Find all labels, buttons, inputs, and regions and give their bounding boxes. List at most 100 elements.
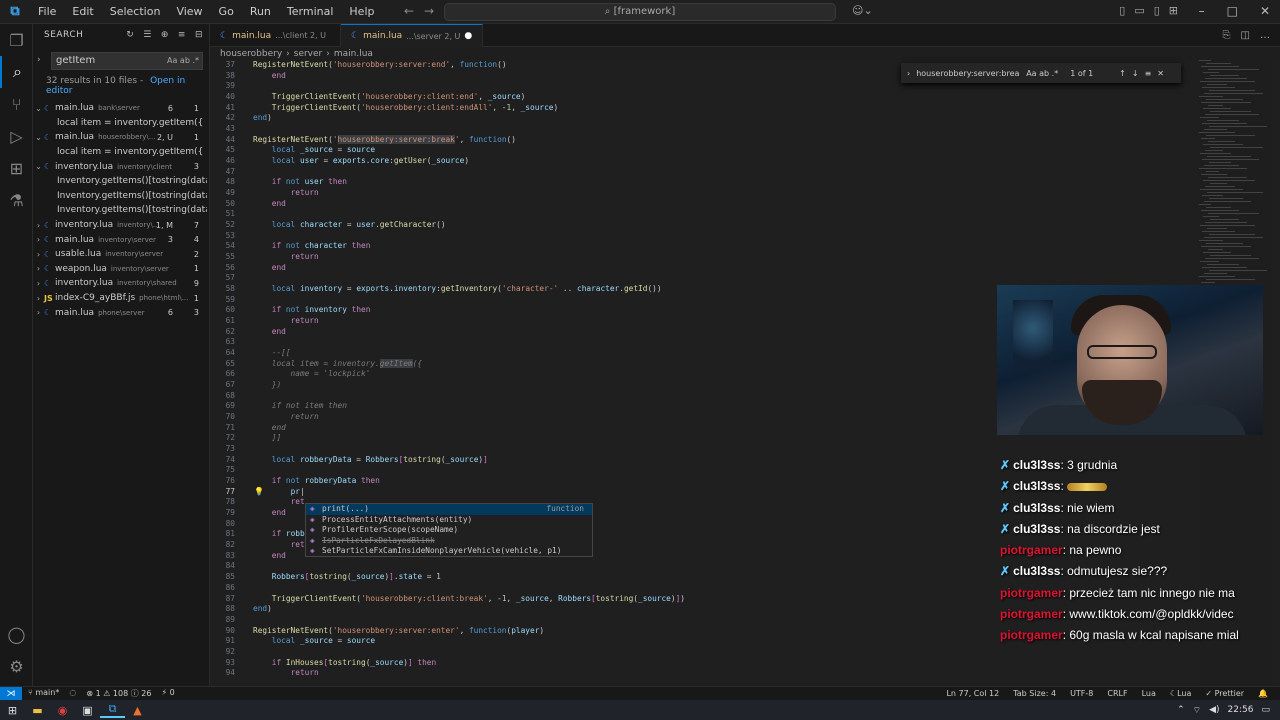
refresh-icon[interactable]: ↻ [126, 30, 134, 40]
find-input[interactable]: houserobbery:server:break [916, 69, 1020, 78]
suggestion-item[interactable]: ◈ SetParticleFxCamInsideNonplayerVehicle(… [306, 546, 592, 556]
find-options[interactable]: Aa ab .* [1026, 69, 1058, 78]
eol[interactable]: CRLF [1107, 689, 1127, 698]
ports-indicator[interactable]: ⚡ 0 [161, 688, 174, 699]
code-line[interactable]: 72 ]] [210, 433, 1200, 444]
menu-item-run[interactable]: Run [242, 5, 279, 18]
toggle-panel-icon[interactable]: ▭ [1134, 4, 1144, 17]
result-match[interactable]: Inventory.getItems()[tostring(data.ite..… [33, 174, 209, 189]
close-find-icon[interactable]: ✕ [1157, 69, 1164, 78]
run-debug-icon[interactable]: ▷ [0, 120, 33, 152]
prettier-status[interactable]: ✓ Prettier [1205, 689, 1244, 698]
more-actions-icon[interactable]: … [1260, 30, 1270, 41]
menu-item-edit[interactable]: Edit [64, 5, 101, 18]
search-input[interactable]: getItem Aa ab .* [51, 52, 203, 70]
browser-icon[interactable]: ◉ [50, 704, 75, 717]
tab-dirty-indicator[interactable]: ● [464, 31, 472, 41]
suggestion-item[interactable]: ◈ IsParticleFxDelayedBlink [306, 536, 592, 547]
tab-size[interactable]: Tab Size: 4 [1013, 689, 1056, 698]
chevron-icon[interactable]: › [33, 221, 44, 230]
copilot-icon[interactable]: ☺⌄ [852, 4, 873, 17]
chat-username[interactable]: piotrgamer [1000, 586, 1063, 600]
result-file[interactable]: ⌄ ☾ inventory.lua inventory\client 3 [33, 159, 209, 174]
maximize-icon[interactable]: □ [1227, 4, 1238, 18]
result-file[interactable]: › ☾ inventory.lua inventory\... 1, M 7 [33, 218, 209, 233]
editor-tab[interactable]: ☾ main.lua ...\client 2, U [210, 24, 342, 47]
command-center[interactable]: ⌕ [framework] [444, 3, 836, 21]
split-editor-icon[interactable]: ◫ [1241, 30, 1250, 41]
chevron-icon[interactable]: › [33, 308, 44, 317]
code-line[interactable]: 43 [210, 124, 1200, 135]
code-line[interactable]: 53 [210, 231, 1200, 242]
chat-username[interactable]: piotrgamer [1000, 628, 1063, 642]
volume-icon[interactable]: ◀) [1209, 705, 1219, 715]
result-file[interactable]: › ☾ main.lua inventory\server 3 4 [33, 232, 209, 247]
notification-center-icon[interactable]: ▭ [1261, 705, 1270, 715]
code-line[interactable]: 46 local user = exports.core:getUser(_so… [210, 156, 1200, 167]
account-icon[interactable]: ◯ [0, 618, 33, 650]
vscode-taskbar-icon[interactable]: ⧉ [100, 702, 125, 718]
result-match[interactable]: Inventory.getItems()[tostring(data.ite..… [33, 189, 209, 204]
customize-layout-icon[interactable]: ⊞ [1169, 4, 1178, 17]
suggestion-item[interactable]: ◈ ProfilerEnterScope(scopeName) [306, 525, 592, 536]
sync-icon[interactable]: ◌ [69, 688, 76, 699]
nav-arrows[interactable]: ←→ [404, 4, 444, 18]
suggestion-item[interactable]: ◈ ProcessEntityAttachments(entity) [306, 515, 592, 526]
chevron-icon[interactable]: ⌄ [33, 104, 44, 113]
toggle-replace-icon[interactable]: › [37, 55, 41, 65]
source-control-icon[interactable]: ⑂ [0, 88, 33, 120]
result-file[interactable]: ⌄ ☾ main.lua bank\server 6 1 [33, 101, 209, 116]
problems-indicator[interactable]: ⊗ 1 ⚠ 108 ⓘ 26 [86, 688, 151, 699]
chevron-icon[interactable]: › [33, 250, 44, 259]
new-search-editor-icon[interactable]: ⊕ [161, 30, 169, 40]
search-icon[interactable]: ⌕ [0, 56, 33, 88]
code-line[interactable]: 54 if not character then [210, 241, 1200, 252]
result-file[interactable]: ⌄ ☾ main.lua houserobbery\... 2, U 1 [33, 130, 209, 145]
code-line[interactable]: 45 local _source = source [210, 145, 1200, 156]
menu-item-go[interactable]: Go [211, 5, 242, 18]
code-line[interactable]: 51 [210, 209, 1200, 220]
menu-item-help[interactable]: Help [341, 5, 382, 18]
search-options[interactable]: Aa ab .* [167, 53, 199, 69]
result-file[interactable]: › ☾ usable.lua inventory\server 2 [33, 247, 209, 262]
minimap[interactable] [1195, 60, 1272, 300]
code-line[interactable]: 55 return [210, 252, 1200, 263]
next-match-icon[interactable]: ↓ [1132, 69, 1139, 78]
menu-item-terminal[interactable]: Terminal [279, 5, 342, 18]
chevron-icon[interactable]: › [33, 235, 44, 244]
chevron-icon[interactable]: › [33, 294, 44, 303]
code-line[interactable]: 47 [210, 167, 1200, 178]
open-changes-icon[interactable]: ⎘ [1223, 30, 1231, 41]
minimize-icon[interactable]: – [1199, 4, 1205, 18]
code-line[interactable]: 56 end [210, 263, 1200, 274]
chevron-icon[interactable]: ⌄ [33, 162, 44, 171]
result-file[interactable]: › ☾ main.lua phone\server 6 3 [33, 305, 209, 320]
notifications-icon[interactable]: 🔔 [1258, 689, 1268, 698]
code-line[interactable]: 52 local character = user.getCharacter() [210, 220, 1200, 231]
toggle-primary-sidebar-icon[interactable]: ▯ [1119, 4, 1125, 17]
code-line[interactable]: 41 TriggerClientEvent('houserobbery:clie… [210, 103, 1200, 114]
chat-username[interactable]: piotrgamer [1000, 543, 1063, 557]
code-line[interactable]: 73 [210, 444, 1200, 455]
result-match[interactable]: local item = inventory.getItem({ [33, 116, 209, 131]
chat-username[interactable]: clu3l3ss [1013, 522, 1060, 536]
chat-username[interactable]: clu3l3ss [1013, 501, 1060, 515]
app-icon[interactable]: ▲ [125, 704, 150, 717]
code-line[interactable]: 57 [210, 273, 1200, 284]
result-file[interactable]: › JS index-C9_ayBBf.js phone\html\... 1 [33, 291, 209, 306]
result-match[interactable]: Inventory.getItems()[tostring(data.slot.… [33, 203, 209, 218]
code-line[interactable]: 50 end [210, 199, 1200, 210]
remote-indicator-icon[interactable]: ⋊ [0, 686, 22, 701]
toggle-replace-chevron-icon[interactable]: › [907, 69, 910, 78]
menu-item-selection[interactable]: Selection [102, 5, 169, 18]
code-line[interactable]: 48 if not user then [210, 177, 1200, 188]
terminal-icon[interactable]: ▣ [75, 704, 100, 717]
toggle-secondary-sidebar-icon[interactable]: ▯ [1154, 4, 1160, 17]
branch-indicator[interactable]: ⑂ main* [28, 688, 59, 699]
code-line[interactable]: 94 return [210, 668, 1200, 679]
breadcrumb-item[interactable]: main.lua [334, 49, 373, 59]
extensions-icon[interactable]: ⊞ [0, 152, 33, 184]
tray-arrow-icon[interactable]: ⌃ [1177, 705, 1185, 715]
settings-gear-icon[interactable]: ⚙ [0, 650, 33, 682]
menu-item-view[interactable]: View [168, 5, 210, 18]
